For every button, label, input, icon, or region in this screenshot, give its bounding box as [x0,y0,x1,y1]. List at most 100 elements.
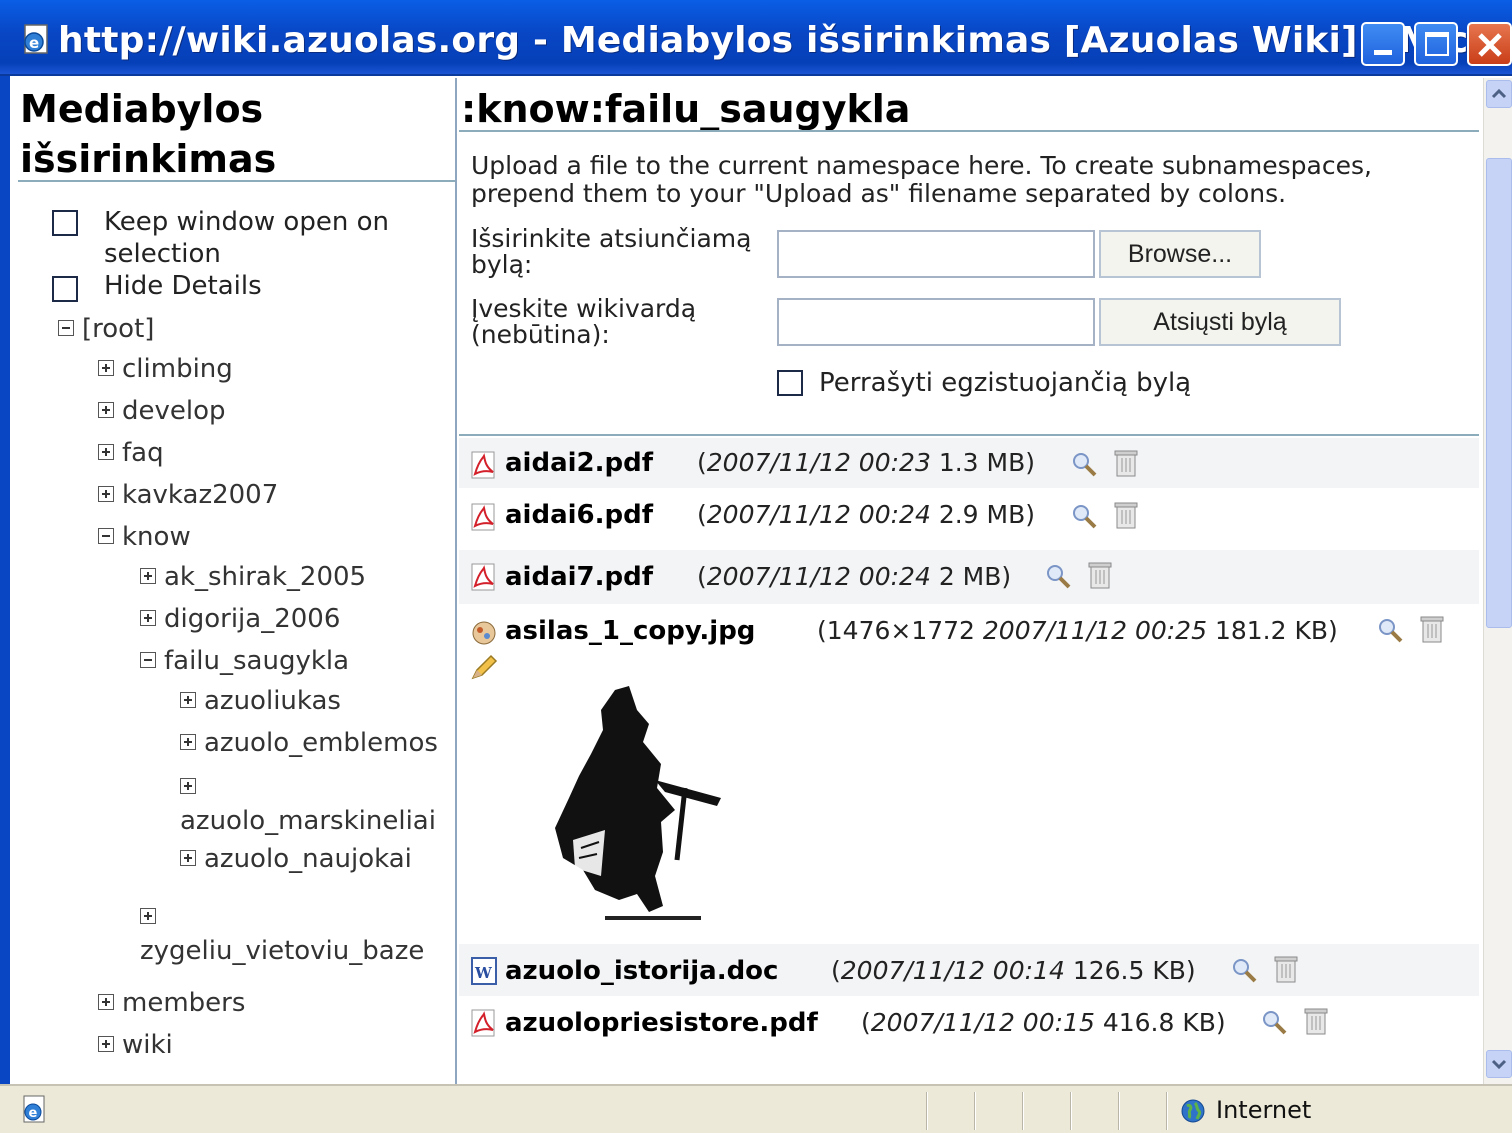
status-bar: e Internet [0,1084,1512,1133]
keep-window-open-label: Keep window open on selection [104,207,389,269]
window-titlebar: e http://wiki.azuolas.org - Mediabylos i… [0,0,1512,76]
tree-item-develop[interactable]: develop [98,394,226,428]
image-file-icon [472,621,496,645]
close-button[interactable] [1467,22,1512,66]
expand-icon[interactable] [98,359,114,376]
word-doc-icon: W [471,957,497,985]
tree-item-zygeliu-vietoviu-baze[interactable]: zygeliu_vietoviu_baze [140,900,424,968]
file-name-link[interactable]: azuolo_istorija.doc [505,956,778,986]
expand-icon[interactable] [140,907,156,924]
tree-item-wiki[interactable]: wiki [98,1028,173,1062]
chevron-down-icon [1491,1059,1507,1070]
delete-icon[interactable] [1271,954,1301,984]
keep-window-open-checkbox[interactable] [52,210,78,236]
magnifier-icon[interactable] [1229,956,1259,986]
collapse-icon[interactable] [98,527,114,544]
tree-item-root[interactable]: [root] [58,312,154,346]
magnifier-icon[interactable] [1375,616,1405,646]
file-path-input[interactable] [777,230,1095,278]
expand-icon[interactable] [140,567,156,584]
pencil-icon[interactable] [469,652,499,682]
file-name-link[interactable]: aidai6.pdf [505,500,653,530]
file-name-link[interactable]: aidai2.pdf [505,448,653,478]
magnifier-icon[interactable] [1259,1008,1289,1038]
tree-item-azuolo-emblemos[interactable]: azuolo_emblemos [180,726,438,760]
image-thumbnail[interactable] [545,680,725,928]
magnifier-icon[interactable] [1069,450,1099,480]
sidebar-title: Mediabylos išsirinkimas [20,87,277,181]
window-title: http://wiki.azuolas.org - Mediabylos išs… [58,20,1512,61]
list-item: aidai2.pdf (2007/11/12 00:23 1.3 MB) [459,438,1479,488]
magnifier-icon[interactable] [1043,562,1073,592]
file-name-link[interactable]: azuolopriesistore.pdf [505,1008,818,1038]
scroll-up-button[interactable] [1486,80,1512,108]
list-item: W azuolo_istorija.doc (2007/11/12 00:14 … [459,944,1479,996]
expand-icon[interactable] [98,485,114,502]
wikiname-field-label: Įveskite wikivardą (nebūtina): [471,294,697,349]
delete-icon[interactable] [1085,560,1115,590]
svg-text:e: e [29,34,39,52]
expand-icon[interactable] [180,777,196,794]
tree-item-digorija-2006[interactable]: digorija_2006 [140,602,340,636]
pdf-icon [471,563,495,591]
tree-item-climbing[interactable]: climbing [98,352,233,386]
divider [974,1092,976,1130]
svg-text:W: W [474,964,493,982]
expand-icon[interactable] [140,609,156,626]
expand-icon[interactable] [98,993,114,1010]
file-name-link[interactable]: aidai7.pdf [505,562,653,592]
tree-item-members[interactable]: members [98,986,245,1020]
list-item: aidai7.pdf (2007/11/12 00:24 2 MB) [459,550,1479,604]
delete-icon[interactable] [1301,1006,1331,1036]
expand-icon[interactable] [180,733,196,750]
tree-item-kavkaz2007[interactable]: kavkaz2007 [98,478,278,512]
globe-icon [1181,1099,1205,1123]
expand-icon[interactable] [180,849,196,866]
divider [18,180,455,182]
upload-form: Upload a file to the current namespace h… [459,134,1479,436]
ie-page-status-icon: e [23,1095,45,1123]
pdf-icon [471,451,495,479]
vertical-scrollbar[interactable] [1483,78,1512,1084]
tree-item-know[interactable]: know [98,520,191,554]
tree-item-azuolo-marskineliai[interactable]: azuolo_marskineliai [180,770,436,838]
maximize-button[interactable] [1414,22,1458,66]
file-field-label: Išsirinkite atsiunčiamą bylą: [471,224,752,279]
magnifier-icon[interactable] [1069,502,1099,532]
scroll-thumb[interactable] [1486,158,1512,628]
minimize-button[interactable] [1361,22,1405,66]
delete-icon[interactable] [1417,614,1447,644]
media-content-pane: :know:failu_saugykla Upload a file to th… [459,78,1483,1084]
tree-item-azuoliukas[interactable]: azuoliukas [180,684,341,718]
expand-icon[interactable] [98,443,114,460]
hide-details-checkbox[interactable] [52,276,78,302]
collapse-icon[interactable] [140,651,156,668]
delete-icon[interactable] [1111,500,1141,530]
expand-icon[interactable] [180,691,196,708]
browse-button[interactable]: Browse... [1099,230,1261,278]
overwrite-checkbox[interactable] [777,370,803,396]
tree-item-ak-shirak-2005[interactable]: ak_shirak_2005 [140,560,366,594]
divider [1070,1092,1072,1130]
hide-details-label: Hide Details [104,271,262,301]
expand-icon[interactable] [98,1035,114,1052]
collapse-icon[interactable] [58,319,74,336]
ie-page-icon: e [24,24,48,54]
overwrite-label: Perrašyti egzistuojančią bylą [819,368,1192,398]
tree-item-faq[interactable]: faq [98,436,164,470]
tree-item-azuolo-naujokai[interactable]: azuolo_naujokai [180,842,412,876]
media-tree-pane: Mediabylos išsirinkimas Keep window open… [10,78,457,1084]
file-meta: (2007/11/12 00:24 2 MB) [697,562,1012,591]
expand-icon[interactable] [98,401,114,418]
tree-item-failu-saugykla[interactable]: failu_saugykla [140,644,349,678]
scroll-down-button[interactable] [1486,1050,1512,1078]
pdf-icon [471,503,495,531]
list-item: aidai6.pdf (2007/11/12 00:24 2.9 MB) [459,488,1479,550]
chevron-up-icon [1491,88,1507,99]
namespace-title: :know:failu_saugykla [461,87,911,131]
file-name-link[interactable]: asilas_1_copy.jpg [505,616,755,646]
close-icon [1478,33,1502,57]
delete-icon[interactable] [1111,448,1141,478]
wikiname-input[interactable] [777,298,1095,346]
upload-submit-button[interactable]: Atsiųsti bylą [1099,298,1341,346]
